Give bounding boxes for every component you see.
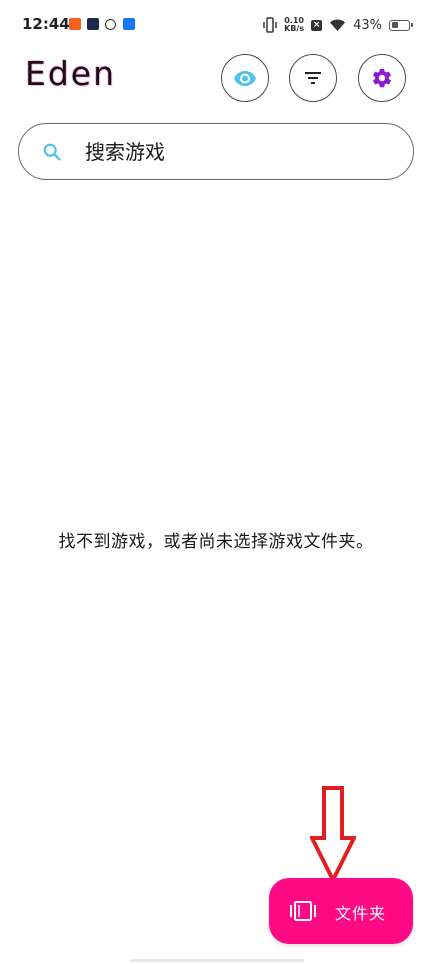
search-icon [43, 143, 61, 161]
settings-button[interactable] [358, 54, 406, 102]
app-title: Eden [25, 54, 117, 93]
battery-fill [391, 22, 398, 28]
network-speed: 0.10 KB/s [284, 17, 304, 33]
annotation-arrow-icon [310, 786, 356, 882]
close-box-icon: × [311, 19, 323, 31]
gear-icon [373, 68, 391, 88]
search-input[interactable] [85, 134, 385, 170]
network-speed-unit: KB/s [284, 24, 305, 33]
battery-tip [411, 23, 413, 27]
filter-icon [305, 72, 321, 84]
link-notification-icon [105, 19, 116, 30]
play-notification-icon [87, 18, 99, 30]
alipay-notification-icon [123, 18, 135, 30]
app-notification-icon [69, 18, 81, 30]
battery-icon [389, 19, 413, 31]
toggle-visibility-button[interactable] [221, 54, 269, 102]
status-bar: 12:44 0.10 KB/s × 43% [0, 0, 432, 52]
vibrate-icon [263, 17, 277, 33]
search-bar[interactable] [18, 123, 414, 180]
add-folder-button[interactable]: 文件夹 [269, 878, 413, 944]
add-folder-label: 文件夹 [335, 904, 387, 923]
home-indicator[interactable] [130, 959, 304, 962]
status-time: 12:44 [22, 15, 70, 33]
app-screen: 12:44 0.10 KB/s × 43% Eden 搜索游戏 找不到游戏，或者… [0, 0, 432, 964]
filter-button[interactable] [289, 54, 337, 102]
folder-icon [290, 901, 316, 921]
status-right-group: 0.10 KB/s × 43% [263, 14, 413, 36]
eye-icon [234, 71, 256, 86]
wifi-icon [330, 19, 346, 31]
empty-state-message: 找不到游戏，或者尚未选择游戏文件夹。 [58, 532, 374, 552]
battery-percent: 43% [353, 17, 382, 33]
